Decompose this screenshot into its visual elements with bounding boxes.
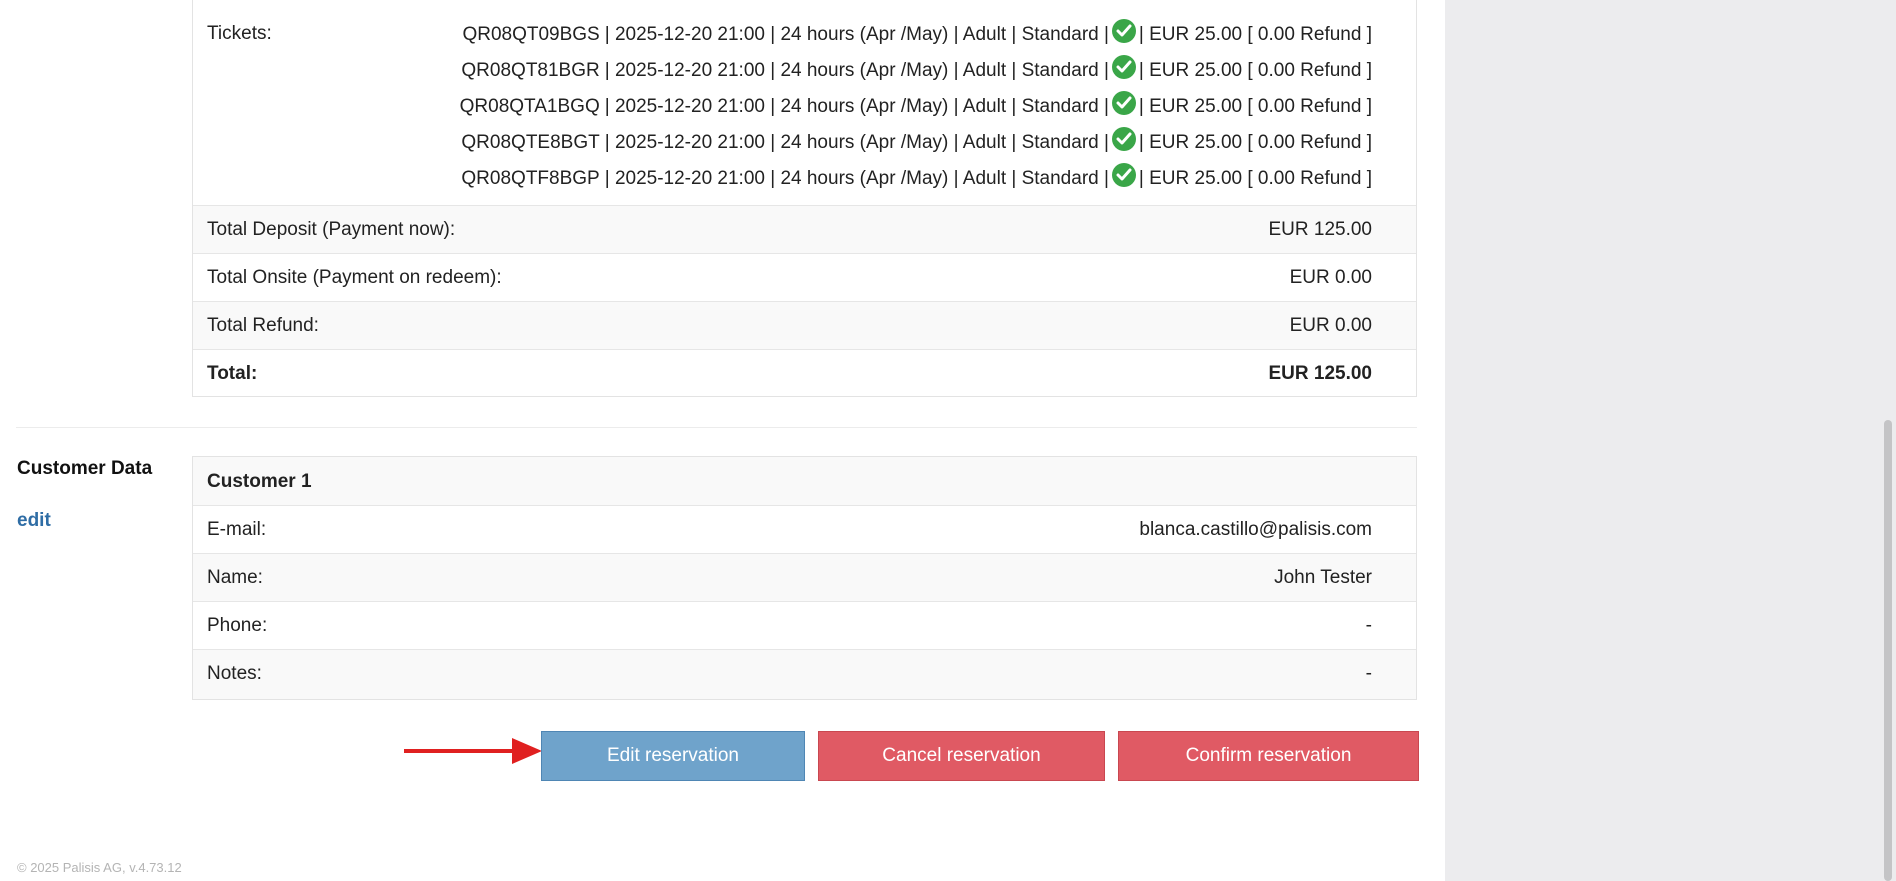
scrollbar-thumb[interactable]: [1884, 420, 1892, 881]
reservation-summary-card: Tickets: QR08QT09BGS | 2025-12-20 21:00 |…: [192, 0, 1417, 397]
ticket-price: | EUR 25.00 [ 0.00 Refund ]: [1138, 96, 1372, 117]
customer-notes-row: Notes: -: [193, 649, 1416, 699]
ticket-line: QR08QT81BGR | 2025-12-20 21:00 | 24 hours…: [461, 55, 1372, 83]
total-deposit-row: Total Deposit (Payment now): EUR 125.00: [193, 205, 1416, 253]
tickets-label: Tickets:: [207, 23, 272, 44]
ticket-price: | EUR 25.00 [ 0.00 Refund ]: [1138, 24, 1372, 45]
right-panel: [1445, 0, 1896, 881]
total-refund-label: Total Refund:: [207, 315, 319, 336]
total-onsite-row: Total Onsite (Payment on redeem): EUR 0.…: [193, 253, 1416, 301]
check-circle-icon: [1111, 163, 1136, 187]
cancel-reservation-button[interactable]: Cancel reservation: [818, 731, 1105, 781]
total-deposit-label: Total Deposit (Payment now):: [207, 219, 456, 240]
check-circle-icon: [1111, 127, 1136, 151]
edit-customer-link[interactable]: edit: [17, 510, 51, 532]
tickets-row: Tickets: QR08QT09BGS | 2025-12-20 21:00 |…: [193, 0, 1416, 205]
customer-card-title: Customer 1: [207, 471, 312, 492]
phone-label: Phone:: [207, 615, 268, 636]
red-arrow-annotation: [404, 738, 542, 764]
ticket-line: QR08QTE8BGT | 2025-12-20 21:00 | 24 hours…: [461, 127, 1372, 155]
edit-reservation-button[interactable]: Edit reservation: [541, 731, 805, 781]
ticket-details: | 2025-12-20 21:00 | 24 hours (Apr /May)…: [604, 24, 1109, 45]
customer-card: Customer 1 E-mail: blanca.castillo@palis…: [192, 456, 1417, 700]
ticket-line: QR08QTA1BGQ | 2025-12-20 21:00 | 24 hours…: [459, 91, 1372, 119]
customer-card-header: Customer 1: [193, 457, 1416, 505]
email-value: blanca.castillo@palisis.com: [1139, 519, 1372, 540]
ticket-details: | 2025-12-20 21:00 | 24 hours (Apr /May)…: [604, 132, 1109, 153]
phone-value: -: [1365, 615, 1372, 636]
check-circle-icon: [1111, 91, 1136, 115]
total-onsite-label: Total Onsite (Payment on redeem):: [207, 267, 502, 288]
section-divider: [16, 427, 1417, 428]
ticket-line: QR08QT09BGS | 2025-12-20 21:00 | 24 hours…: [462, 19, 1372, 47]
name-label: Name:: [207, 567, 263, 588]
ticket-price: | EUR 25.00 [ 0.00 Refund ]: [1138, 132, 1372, 153]
ticket-line: QR08QTF8BGP | 2025-12-20 21:00 | 24 hours…: [461, 163, 1372, 191]
total-label: Total:: [207, 363, 258, 384]
customer-name-row: Name: John Tester: [193, 553, 1416, 601]
ticket-details: | 2025-12-20 21:00 | 24 hours (Apr /May)…: [604, 60, 1109, 81]
ticket-code: QR08QT09BGS: [462, 24, 600, 45]
check-circle-icon: [1111, 19, 1136, 43]
check-circle-icon: [1111, 55, 1136, 79]
ticket-price: | EUR 25.00 [ 0.00 Refund ]: [1138, 60, 1372, 81]
total-onsite-value: EUR 0.00: [1289, 267, 1372, 288]
ticket-details: | 2025-12-20 21:00 | 24 hours (Apr /May)…: [604, 96, 1109, 117]
email-label: E-mail:: [207, 519, 267, 540]
ticket-code: QR08QT81BGR: [461, 60, 600, 81]
ticket-code: QR08QTE8BGT: [461, 132, 600, 153]
customer-phone-row: Phone: -: [193, 601, 1416, 649]
ticket-code: QR08QTA1BGQ: [459, 96, 600, 117]
confirm-reservation-button[interactable]: Confirm reservation: [1118, 731, 1419, 781]
customer-email-row: E-mail: blanca.castillo@palisis.com: [193, 505, 1416, 553]
total-refund-value: EUR 0.00: [1289, 315, 1372, 336]
ticket-price: | EUR 25.00 [ 0.00 Refund ]: [1138, 168, 1372, 189]
footer-copyright: © 2025 Palisis AG, v.4.73.12: [17, 860, 182, 875]
total-refund-row: Total Refund: EUR 0.00: [193, 301, 1416, 349]
notes-label: Notes:: [207, 663, 262, 684]
total-deposit-value: EUR 125.00: [1268, 219, 1372, 240]
customer-data-title: Customer Data: [17, 458, 153, 479]
total-row: Total: EUR 125.00: [193, 349, 1416, 396]
notes-value: -: [1365, 663, 1372, 684]
name-value: John Tester: [1274, 567, 1372, 588]
main-content: Tickets: QR08QT09BGS | 2025-12-20 21:00 |…: [0, 0, 1445, 881]
ticket-details: | 2025-12-20 21:00 | 24 hours (Apr /May)…: [604, 168, 1109, 189]
ticket-code: QR08QTF8BGP: [461, 168, 600, 189]
total-value: EUR 125.00: [1268, 363, 1372, 384]
